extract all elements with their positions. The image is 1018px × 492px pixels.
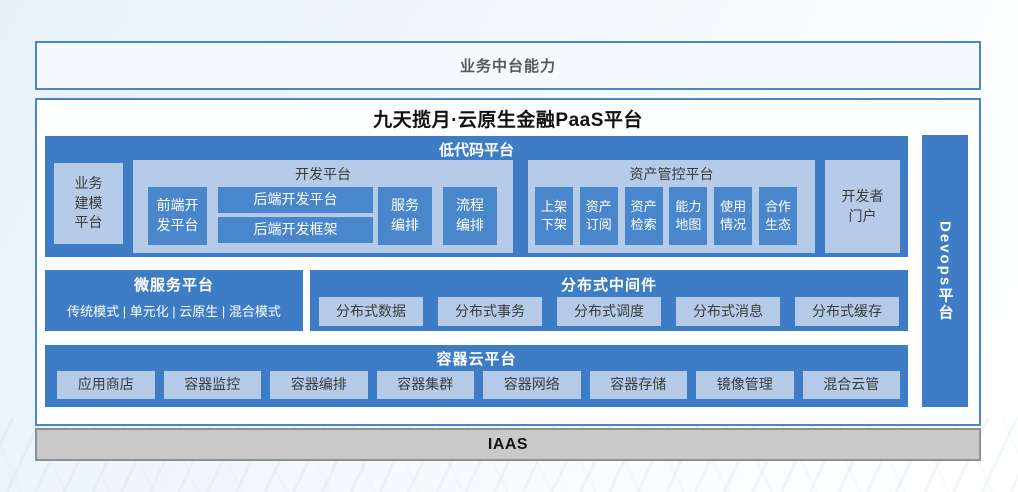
- service-orchestration-box: 服务 编排: [378, 187, 432, 245]
- distributed-middleware-title: 分布式中间件: [310, 270, 908, 295]
- image-management-box: 镜像管理: [696, 371, 794, 399]
- business-modeling-platform-box: 业务 建模 平台: [54, 163, 123, 244]
- process-orchestration-box: 流程 编排: [443, 187, 497, 245]
- container-cluster-box: 容器集群: [377, 371, 475, 399]
- container-cloud-platform-section: 容器云平台 应用商店 容器监控 容器编排 容器集群 容器网络 容器存储 镜像管理…: [45, 345, 908, 407]
- paas-platform-container: 九天揽月·云原生金融PaaS平台 低代码平台 业务 建模 平台 开发平台 前端开…: [35, 98, 981, 426]
- container-network-box: 容器网络: [483, 371, 581, 399]
- distributed-cache-box: 分布式缓存: [795, 297, 899, 326]
- dev-platform-title: 开发平台: [133, 160, 513, 184]
- backend-dev-framework-box: 后端开发框架: [218, 217, 373, 243]
- backend-dev-platform-box: 后端开发平台: [218, 187, 373, 213]
- container-monitoring-box: 容器监控: [164, 371, 262, 399]
- lowcode-platform-section: 低代码平台 业务 建模 平台 开发平台 前端开 发平台 后端开发平台 后端开发框…: [45, 136, 908, 257]
- asset-subscription-box: 资产 订阅: [580, 187, 618, 245]
- distributed-data-box: 分布式数据: [319, 297, 423, 326]
- container-cloud-platform-title: 容器云平台: [45, 345, 908, 369]
- iaas-label: IAAS: [488, 436, 528, 454]
- paas-platform-title: 九天揽月·云原生金融PaaS平台: [37, 105, 979, 132]
- distributed-transaction-box: 分布式事务: [438, 297, 542, 326]
- lowcode-platform-title: 低代码平台: [45, 136, 908, 160]
- business-midplatform-label: 业务中台能力: [460, 55, 556, 76]
- middleware-items-row: 分布式数据 分布式事务 分布式调度 分布式消息 分布式缓存: [319, 297, 899, 326]
- asset-control-platform-title: 资产管控平台: [528, 160, 815, 184]
- asset-control-platform-group: 资产管控平台 上架 下架 资产 订阅 资产 检索 能力 地图 使用 情况 合作 …: [528, 160, 815, 253]
- distributed-message-box: 分布式消息: [676, 297, 780, 326]
- devops-platform-label: Devops平台: [935, 221, 956, 321]
- microservices-modes-label: 传统模式 | 单元化 | 云原生 | 混合模式: [45, 301, 303, 320]
- usage-status-box: 使用 情况: [714, 187, 752, 245]
- cooperation-ecosystem-box: 合作 生态: [759, 187, 797, 245]
- capability-map-box: 能力 地图: [669, 187, 707, 245]
- container-cloud-items-row: 应用商店 容器监控 容器编排 容器集群 容器网络 容器存储 镜像管理 混合云管: [57, 371, 900, 399]
- microservices-platform-title: 微服务平台: [45, 270, 303, 295]
- asset-onoff-shelf-box: 上架 下架: [535, 187, 573, 245]
- frontend-dev-platform-box: 前端开 发平台: [148, 187, 207, 245]
- microservices-platform-section: 微服务平台 传统模式 | 单元化 | 云原生 | 混合模式: [45, 270, 303, 331]
- hybrid-cloud-management-box: 混合云管: [803, 371, 901, 399]
- architecture-diagram: 业务中台能力 九天揽月·云原生金融PaaS平台 低代码平台 业务 建模 平台 开…: [0, 0, 1018, 492]
- devops-platform-bar: Devops平台: [922, 135, 968, 407]
- container-storage-box: 容器存储: [590, 371, 688, 399]
- dev-platform-group: 开发平台 前端开 发平台 后端开发平台 后端开发框架 服务 编排 流程 编排: [133, 160, 513, 253]
- asset-control-items-row: 上架 下架 资产 订阅 资产 检索 能力 地图 使用 情况 合作 生态: [535, 187, 797, 245]
- distributed-middleware-section: 分布式中间件 分布式数据 分布式事务 分布式调度 分布式消息 分布式缓存: [310, 270, 908, 331]
- iaas-bar: IAAS: [35, 428, 981, 461]
- asset-search-box: 资产 检索: [625, 187, 663, 245]
- business-midplatform-box: 业务中台能力: [35, 41, 981, 90]
- distributed-scheduling-box: 分布式调度: [557, 297, 661, 326]
- container-orchestration-box: 容器编排: [270, 371, 368, 399]
- developer-portal-box: 开发者 门户: [825, 160, 900, 253]
- app-store-box: 应用商店: [57, 371, 155, 399]
